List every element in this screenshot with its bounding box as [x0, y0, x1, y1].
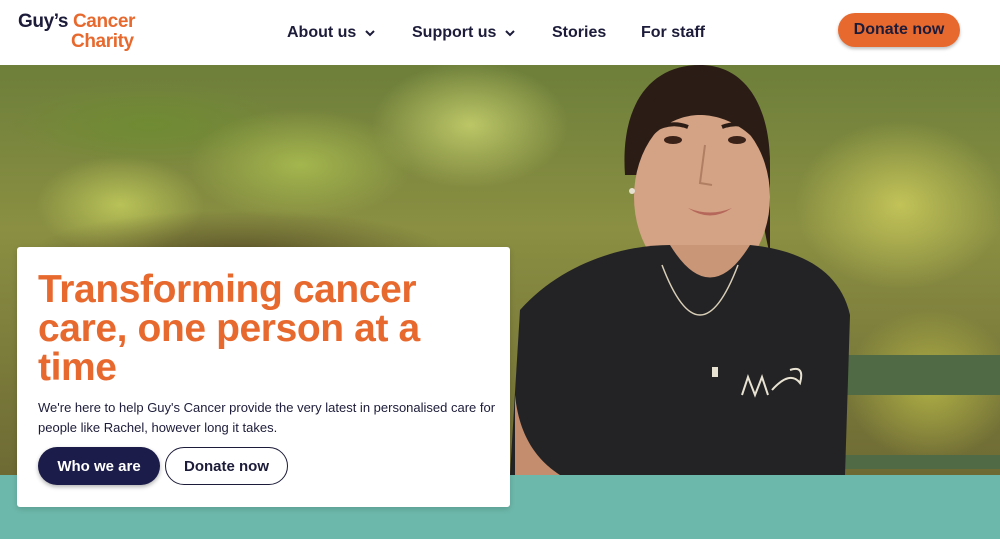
logo-text-cancer: Cancer: [72, 11, 136, 32]
chevron-down-icon: [365, 30, 376, 37]
logo-text-charity: Charity: [71, 31, 134, 52]
hero-card: Transforming cancer care, one person at …: [17, 247, 510, 507]
hero-donate-button[interactable]: Donate now: [165, 447, 288, 485]
hero-donate-label: Donate now: [184, 457, 269, 475]
hero-headline: Transforming cancer care, one person at …: [38, 268, 420, 389]
hero-lead-text: We're here to help Guy's Cancer provide …: [38, 400, 496, 435]
who-we-are-label: Who we are: [57, 457, 141, 475]
chevron-down-icon: [505, 30, 516, 37]
nav-for-staff[interactable]: For staff: [641, 24, 705, 42]
header-donate-label: Donate now: [853, 21, 945, 38]
nav-stories-label: Stories: [552, 24, 607, 41]
site-header: Guy’s Cancer Charity About us Support us…: [0, 0, 1000, 65]
nav-stories[interactable]: Stories: [552, 24, 606, 42]
nav-support-us-label: Support us: [412, 24, 497, 41]
logo-text-guys: Guy’s: [18, 11, 69, 32]
nav-about-us[interactable]: About us: [287, 24, 376, 42]
header-donate-button[interactable]: Donate now: [838, 13, 960, 47]
nav-for-staff-label: For staff: [641, 24, 705, 41]
who-we-are-button[interactable]: Who we are: [38, 447, 160, 485]
nav-support-us[interactable]: Support us: [412, 24, 516, 42]
nav-about-us-label: About us: [287, 24, 357, 41]
guys-cancer-charity-logo[interactable]: Guy’s Cancer Charity: [18, 12, 135, 52]
